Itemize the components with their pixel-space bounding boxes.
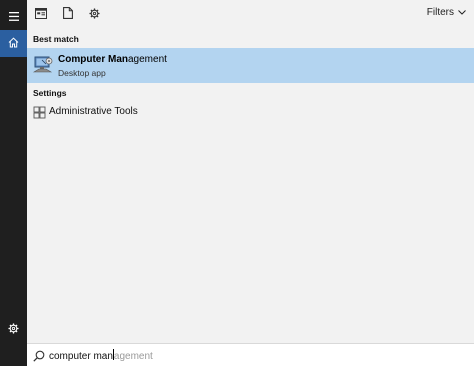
best-match-header: Best match [33, 34, 79, 44]
search-window: Filters Best match Computer Management D… [0, 0, 474, 366]
search-box[interactable]: computer management [27, 343, 474, 366]
settings-item-administrative-tools[interactable]: Administrative Tools [27, 102, 474, 122]
search-suggestion-text: agement [113, 351, 153, 362]
search-input[interactable]: computer management [49, 349, 153, 362]
results-panel: Filters Best match Computer Management D… [27, 0, 474, 366]
home-icon [8, 35, 19, 53]
computer-management-icon [32, 54, 54, 76]
filters-label: Filters [426, 7, 454, 18]
settings-item-label: Administrative Tools [49, 106, 138, 117]
document-icon [63, 6, 73, 24]
left-rail [0, 0, 27, 366]
settings-button[interactable] [0, 316, 27, 343]
apps-filter-button[interactable] [34, 8, 48, 22]
settings-filter-button[interactable] [87, 8, 101, 22]
gear-icon [8, 321, 19, 339]
home-button[interactable] [0, 30, 27, 57]
apps-icon [35, 6, 47, 24]
filters-dropdown[interactable]: Filters [427, 7, 466, 18]
chevron-down-icon [458, 7, 466, 18]
administrative-tools-icon [33, 106, 46, 119]
menu-button[interactable] [0, 3, 27, 30]
best-match-title: Computer Management [58, 54, 167, 65]
documents-filter-button[interactable] [61, 6, 75, 24]
gear-icon [88, 6, 100, 24]
best-match-result[interactable]: Computer Management Desktop app [27, 48, 474, 83]
settings-header: Settings [33, 88, 67, 98]
best-match-title-bold: Computer Man [58, 54, 128, 65]
hamburger-icon [8, 8, 19, 26]
best-match-subtitle: Desktop app [58, 68, 106, 78]
toolbar: Filters [27, 0, 474, 31]
search-icon [33, 349, 45, 362]
best-match-title-rest: agement [128, 54, 167, 65]
search-typed-text: computer man [49, 351, 113, 362]
